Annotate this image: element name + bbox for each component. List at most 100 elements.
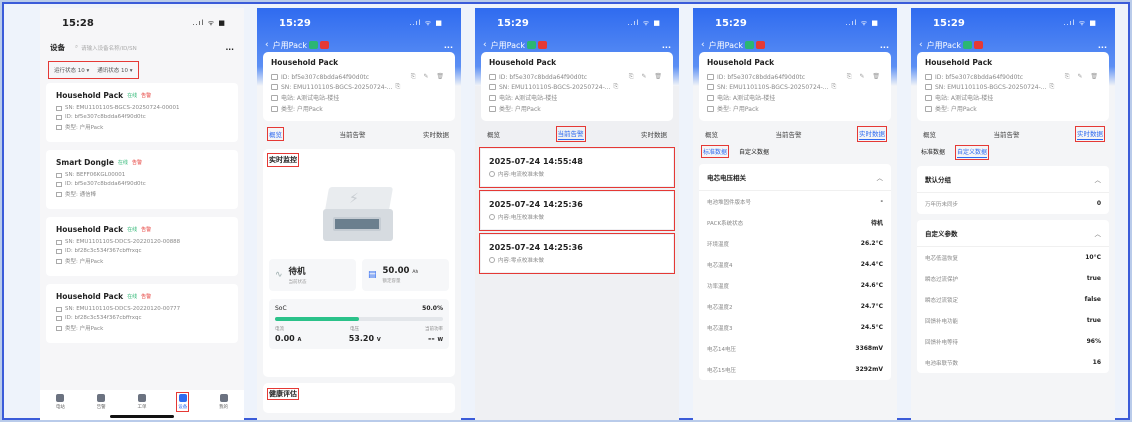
- detail-tabs: 概览 当前告警 实时数据: [257, 125, 461, 143]
- type-icon: [271, 105, 278, 112]
- filter-bar: 运行状态 10 ▾ 通讯状态 10 ▾: [48, 61, 139, 79]
- nav-title: 户用Pack: [926, 40, 962, 50]
- alarm-item[interactable]: 2025-07-24 14:25:36 内容:零点校准未做: [479, 233, 675, 274]
- health-card: 健康评估: [263, 383, 455, 413]
- device-info-line: ID: bf5e307c8bdda64f90d0tc: [65, 114, 146, 120]
- pack-top: [324, 187, 394, 211]
- nav-title: 户用Pack: [490, 40, 526, 50]
- copy-icon[interactable]: ⎘: [396, 83, 401, 91]
- more-icon[interactable]: ...: [1098, 41, 1107, 50]
- tab-label: 我的: [219, 405, 229, 410]
- device-info-card: Household Pack ID: bf5e307c8bdda64f90d0tc…: [917, 52, 1109, 121]
- group-header[interactable]: 默认分组 ︿: [917, 166, 1109, 193]
- search-placeholder: 请输入设备名称/ID/SN: [81, 45, 137, 52]
- alarm-badge: 告警: [131, 160, 142, 166]
- alarm-content: 内容:零点校准未做: [498, 258, 544, 264]
- data-row: 瞬态过流保护 true: [917, 268, 1109, 289]
- device-info-line: SN: EMU110110S-DDCS-20220120-00777: [65, 306, 181, 312]
- tab-overview[interactable]: 概览: [487, 129, 500, 139]
- subtab-standard[interactable]: 标准数据: [700, 145, 730, 158]
- copy-edit-delete-icons[interactable]: ⎘ ✎ 🗑: [1065, 73, 1101, 81]
- id-icon: [271, 74, 278, 80]
- alarm-list: 2025-07-24 14:55:48 内容:电流校准未做 2025-07-24…: [479, 147, 675, 274]
- sn-text: SN: EMU110110S-BGCS-20250724-...: [717, 83, 829, 91]
- data-value: 10°C: [1085, 254, 1101, 261]
- search-input[interactable]: ⌕ 请输入设备名称/ID/SN: [75, 44, 225, 52]
- data-row: 电芯温度3 24.5°C: [699, 317, 891, 338]
- group-header[interactable]: 电芯电压相关 ︿: [699, 164, 891, 191]
- data-key: 瞬态过流保护: [925, 276, 959, 283]
- info-icon: [56, 315, 62, 321]
- more-icon[interactable]: ...: [444, 41, 453, 50]
- nav-title: 户用Pack: [708, 40, 744, 50]
- station-text: 电站: A测试电站-楼挂: [499, 95, 558, 102]
- filter-comm-status[interactable]: 通讯状态 10 ▾: [97, 66, 132, 74]
- status-bar: 15:29 ..ıl ᯤ ■: [257, 8, 461, 38]
- sn-text: SN: EMU110110S-BGCS-20250724-...: [935, 83, 1047, 91]
- chevron-up-icon: ︿: [1094, 230, 1102, 238]
- device-card[interactable]: Household Pack 在线 告警 SN: EMU110110S-DDCS-20…: [46, 284, 238, 343]
- tab-station[interactable]: 电站: [56, 394, 65, 410]
- alarm-item[interactable]: 2025-07-24 14:25:36 内容:电压校准未做: [479, 190, 675, 231]
- tab-alarm[interactable]: 告警: [97, 394, 106, 410]
- data-rows: 万年历未同步 0: [917, 193, 1109, 214]
- copy-icon[interactable]: ⎘: [832, 83, 837, 91]
- copy-icon[interactable]: ⎘: [1050, 83, 1055, 91]
- data-key: 瞬态过流锁定: [925, 297, 959, 304]
- subtab-custom[interactable]: 自定义数据: [739, 147, 769, 156]
- barcode-icon: [707, 84, 714, 90]
- more-icon[interactable]: ...: [225, 43, 234, 52]
- tab-current-alarm[interactable]: 当前告警: [340, 129, 366, 139]
- copy-edit-delete-icons[interactable]: ⎘ ✎ 🗑: [629, 73, 665, 81]
- phone-realtime-standard: 15:29 ..ıl ᯤ ■ ‹ 户用Pack ... Household Pa…: [693, 8, 897, 420]
- online-tag-icon: [309, 41, 319, 49]
- copy-edit-delete-icons[interactable]: ⎘ ✎ 🗑: [847, 73, 883, 81]
- tab-current-alarm[interactable]: 当前告警: [555, 126, 586, 142]
- data-value: true: [1086, 275, 1101, 282]
- type-text: 类型: 户用Pack: [717, 106, 759, 113]
- more-icon[interactable]: ...: [662, 41, 671, 50]
- device-card[interactable]: Household Pack 在线 告警 SN: EMU110110S-DDCS-20…: [46, 217, 238, 276]
- tab-realtime-data[interactable]: 实时数据: [857, 126, 887, 142]
- more-icon[interactable]: ...: [880, 41, 889, 50]
- info-station: 电站: A测试电站-楼挂: [489, 93, 665, 102]
- tab-realtime-data[interactable]: 实时数据: [1075, 126, 1105, 142]
- tab-overview[interactable]: 概览: [267, 127, 284, 141]
- device-card[interactable]: Household Pack 在线 告警 SN: EMU110110S-BGCS-20…: [46, 83, 238, 142]
- info-station: 电站: A测试电站-楼挂: [707, 93, 883, 102]
- tab-label: 设备: [178, 405, 188, 410]
- tab-overview[interactable]: 概览: [705, 129, 718, 139]
- tab-current-alarm[interactable]: 当前告警: [994, 129, 1020, 139]
- tab-overview[interactable]: 概览: [923, 129, 936, 139]
- tab-device[interactable]: 设备: [176, 392, 190, 412]
- health-title: 健康评估: [267, 388, 299, 400]
- back-icon[interactable]: ‹: [483, 40, 487, 50]
- tab-label: 工单: [137, 405, 147, 410]
- filter-run-status[interactable]: 运行状态 10 ▾: [54, 66, 89, 74]
- tab-realtime-data[interactable]: 实时数据: [423, 129, 449, 139]
- data-value: 待机: [870, 220, 883, 227]
- soc-bar-fill: [275, 317, 359, 321]
- sn-text: SN: EMU110110S-BGCS-20250724-...: [499, 83, 611, 91]
- tab-realtime-data[interactable]: 实时数据: [641, 129, 667, 139]
- subtab-custom[interactable]: 自定义数据: [955, 145, 990, 160]
- group-header[interactable]: 自定义参数 ︿: [917, 220, 1109, 247]
- copy-icon[interactable]: ⎘: [614, 83, 619, 91]
- copy-edit-delete-icons[interactable]: ⎘ ✎ 🗑: [411, 73, 447, 81]
- subtab-standard[interactable]: 标准数据: [921, 147, 945, 158]
- nav-bar: ‹ 户用Pack ...: [693, 38, 897, 52]
- tab-current-alarm[interactable]: 当前告警: [776, 129, 802, 139]
- device-card[interactable]: Smart Dongle 在线 告警 SN: BEFF06KGL00001 ID: bf…: [46, 150, 238, 209]
- back-icon[interactable]: ‹: [701, 40, 705, 50]
- barcode-icon: [271, 84, 278, 90]
- tab-mine[interactable]: 我的: [219, 394, 228, 410]
- current-unit: A: [297, 337, 302, 343]
- status-bar: 15:29 ..ıl ᯤ ■: [693, 8, 897, 38]
- alarm-item[interactable]: 2025-07-24 14:55:48 内容:电流校准未做: [479, 147, 675, 188]
- type-text: 类型: 户用Pack: [281, 106, 323, 113]
- status-stat: ∿ 待机 当前状态: [269, 259, 356, 291]
- back-icon[interactable]: ‹: [265, 40, 269, 50]
- tab-workorder[interactable]: 工单: [137, 394, 146, 410]
- info-type: 类型: 户用Pack: [489, 104, 665, 113]
- back-icon[interactable]: ‹: [919, 40, 923, 50]
